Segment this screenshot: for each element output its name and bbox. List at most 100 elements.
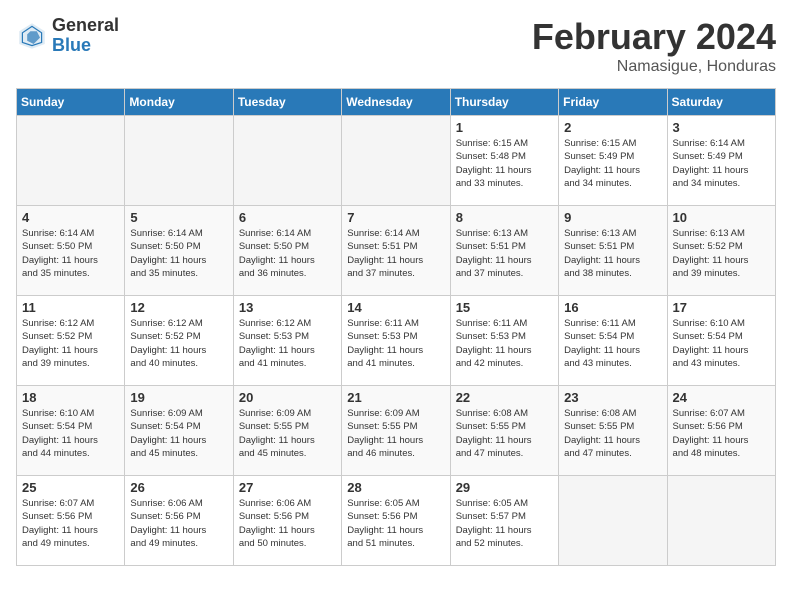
calendar-cell: 15Sunrise: 6:11 AM Sunset: 5:53 PM Dayli… bbox=[450, 296, 558, 386]
month-title: February 2024 bbox=[532, 16, 776, 58]
weekday-header-thursday: Thursday bbox=[450, 89, 558, 116]
calendar-cell: 6 Sunrise: 6:14 AM Sunset: 5:50 PM Daylig… bbox=[233, 206, 341, 296]
day-number: 24 bbox=[673, 390, 770, 405]
calendar-cell: 14Sunrise: 6:11 AM Sunset: 5:53 PM Dayli… bbox=[342, 296, 450, 386]
day-info: Sunrise: 6:13 AM Sunset: 5:52 PM Dayligh… bbox=[673, 227, 770, 280]
day-info: Sunrise: 6:14 AM Sunset: 5:50 PM Dayligh… bbox=[130, 227, 227, 280]
day-number: 28 bbox=[347, 480, 444, 495]
weekday-header-row: SundayMondayTuesdayWednesdayThursdayFrid… bbox=[17, 89, 776, 116]
week-row-1: 1 Sunrise: 6:15 AM Sunset: 5:48 PM Daylig… bbox=[17, 116, 776, 206]
day-info: Sunrise: 6:06 AM Sunset: 5:56 PM Dayligh… bbox=[130, 497, 227, 550]
location-title: Namasigue, Honduras bbox=[532, 58, 776, 76]
calendar-cell: 21 Sunrise: 6:09 AM Sunset: 5:55 PM Dayli… bbox=[342, 386, 450, 476]
day-number: 1 bbox=[456, 120, 553, 135]
calendar-cell: 29Sunrise: 6:05 AM Sunset: 5:57 PM Dayli… bbox=[450, 476, 558, 566]
day-number: 13 bbox=[239, 300, 336, 315]
calendar-cell: 16 Sunrise: 6:11 AM Sunset: 5:54 PM Dayli… bbox=[559, 296, 667, 386]
logo-text: General Blue bbox=[52, 16, 119, 56]
calendar-cell: 10 Sunrise: 6:13 AM Sunset: 5:52 PM Dayli… bbox=[667, 206, 775, 296]
logo-general-text: General bbox=[52, 16, 119, 36]
day-number: 29 bbox=[456, 480, 553, 495]
calendar-cell: 18 Sunrise: 6:10 AM Sunset: 5:54 PM Dayli… bbox=[17, 386, 125, 476]
day-number: 19 bbox=[130, 390, 227, 405]
day-number: 2 bbox=[564, 120, 661, 135]
day-number: 9 bbox=[564, 210, 661, 225]
week-row-5: 25Sunrise: 6:07 AM Sunset: 5:56 PM Dayli… bbox=[17, 476, 776, 566]
day-number: 16 bbox=[564, 300, 661, 315]
calendar-cell: 9 Sunrise: 6:13 AM Sunset: 5:51 PM Daylig… bbox=[559, 206, 667, 296]
calendar-cell: 11Sunrise: 6:12 AM Sunset: 5:52 PM Dayli… bbox=[17, 296, 125, 386]
day-number: 26 bbox=[130, 480, 227, 495]
calendar-cell: 23 Sunrise: 6:08 AM Sunset: 5:55 PM Dayli… bbox=[559, 386, 667, 476]
calendar-cell: 17 Sunrise: 6:10 AM Sunset: 5:54 PM Dayli… bbox=[667, 296, 775, 386]
day-number: 3 bbox=[673, 120, 770, 135]
day-info: Sunrise: 6:05 AM Sunset: 5:56 PM Dayligh… bbox=[347, 497, 444, 550]
day-info: Sunrise: 6:14 AM Sunset: 5:50 PM Dayligh… bbox=[22, 227, 119, 280]
day-number: 22 bbox=[456, 390, 553, 405]
calendar-cell: 19 Sunrise: 6:09 AM Sunset: 5:54 PM Dayli… bbox=[125, 386, 233, 476]
weekday-header-monday: Monday bbox=[125, 89, 233, 116]
calendar-cell: 26 Sunrise: 6:06 AM Sunset: 5:56 PM Dayli… bbox=[125, 476, 233, 566]
day-info: Sunrise: 6:13 AM Sunset: 5:51 PM Dayligh… bbox=[564, 227, 661, 280]
day-info: Sunrise: 6:11 AM Sunset: 5:53 PM Dayligh… bbox=[347, 317, 444, 370]
day-info: Sunrise: 6:08 AM Sunset: 5:55 PM Dayligh… bbox=[456, 407, 553, 460]
day-number: 17 bbox=[673, 300, 770, 315]
calendar-cell: 20Sunrise: 6:09 AM Sunset: 5:55 PM Dayli… bbox=[233, 386, 341, 476]
day-number: 10 bbox=[673, 210, 770, 225]
day-number: 23 bbox=[564, 390, 661, 405]
calendar-cell bbox=[125, 116, 233, 206]
calendar-cell: 24Sunrise: 6:07 AM Sunset: 5:56 PM Dayli… bbox=[667, 386, 775, 476]
logo-icon bbox=[16, 20, 48, 52]
calendar-cell: 12Sunrise: 6:12 AM Sunset: 5:52 PM Dayli… bbox=[125, 296, 233, 386]
logo-blue-text: Blue bbox=[52, 36, 119, 56]
week-row-2: 4Sunrise: 6:14 AM Sunset: 5:50 PM Daylig… bbox=[17, 206, 776, 296]
day-info: Sunrise: 6:14 AM Sunset: 5:50 PM Dayligh… bbox=[239, 227, 336, 280]
title-area: February 2024 Namasigue, Honduras bbox=[532, 16, 776, 76]
week-row-3: 11 Sunrise: 6:12 AM Sunset: 5:52 PM Dayli… bbox=[17, 296, 776, 386]
day-info: Sunrise: 6:09 AM Sunset: 5:55 PM Dayligh… bbox=[239, 407, 336, 460]
calendar-cell: 8 Sunrise: 6:13 AM Sunset: 5:51 PM Daylig… bbox=[450, 206, 558, 296]
calendar-cell bbox=[342, 116, 450, 206]
calendar-cell: 7 Sunrise: 6:14 AM Sunset: 5:51 PM Daylig… bbox=[342, 206, 450, 296]
calendar-body: 1 Sunrise: 6:15 AM Sunset: 5:48 PM Daylig… bbox=[17, 116, 776, 566]
weekday-header-wednesday: Wednesday bbox=[342, 89, 450, 116]
weekday-header-saturday: Saturday bbox=[667, 89, 775, 116]
day-number: 7 bbox=[347, 210, 444, 225]
day-number: 6 bbox=[239, 210, 336, 225]
weekday-header-friday: Friday bbox=[559, 89, 667, 116]
day-info: Sunrise: 6:14 AM Sunset: 5:49 PM Dayligh… bbox=[673, 137, 770, 190]
day-number: 25 bbox=[22, 480, 119, 495]
calendar-cell bbox=[559, 476, 667, 566]
day-info: Sunrise: 6:08 AM Sunset: 5:55 PM Dayligh… bbox=[564, 407, 661, 460]
calendar-cell bbox=[667, 476, 775, 566]
calendar-table: SundayMondayTuesdayWednesdayThursdayFrid… bbox=[16, 88, 776, 566]
calendar-cell: 22 Sunrise: 6:08 AM Sunset: 5:55 PM Dayli… bbox=[450, 386, 558, 476]
day-info: Sunrise: 6:06 AM Sunset: 5:56 PM Dayligh… bbox=[239, 497, 336, 550]
day-number: 11 bbox=[22, 300, 119, 315]
day-info: Sunrise: 6:10 AM Sunset: 5:54 PM Dayligh… bbox=[22, 407, 119, 460]
day-info: Sunrise: 6:09 AM Sunset: 5:54 PM Dayligh… bbox=[130, 407, 227, 460]
day-number: 18 bbox=[22, 390, 119, 405]
day-info: Sunrise: 6:11 AM Sunset: 5:54 PM Dayligh… bbox=[564, 317, 661, 370]
calendar-header: SundayMondayTuesdayWednesdayThursdayFrid… bbox=[17, 89, 776, 116]
day-number: 21 bbox=[347, 390, 444, 405]
day-info: Sunrise: 6:12 AM Sunset: 5:53 PM Dayligh… bbox=[239, 317, 336, 370]
weekday-header-tuesday: Tuesday bbox=[233, 89, 341, 116]
day-info: Sunrise: 6:13 AM Sunset: 5:51 PM Dayligh… bbox=[456, 227, 553, 280]
day-info: Sunrise: 6:09 AM Sunset: 5:55 PM Dayligh… bbox=[347, 407, 444, 460]
day-info: Sunrise: 6:15 AM Sunset: 5:49 PM Dayligh… bbox=[564, 137, 661, 190]
calendar-cell: 4Sunrise: 6:14 AM Sunset: 5:50 PM Daylig… bbox=[17, 206, 125, 296]
day-info: Sunrise: 6:15 AM Sunset: 5:48 PM Dayligh… bbox=[456, 137, 553, 190]
day-number: 8 bbox=[456, 210, 553, 225]
day-info: Sunrise: 6:10 AM Sunset: 5:54 PM Dayligh… bbox=[673, 317, 770, 370]
calendar-cell: 3 Sunrise: 6:14 AM Sunset: 5:49 PM Daylig… bbox=[667, 116, 775, 206]
day-number: 5 bbox=[130, 210, 227, 225]
calendar-cell: 5 Sunrise: 6:14 AM Sunset: 5:50 PM Daylig… bbox=[125, 206, 233, 296]
day-info: Sunrise: 6:12 AM Sunset: 5:52 PM Dayligh… bbox=[130, 317, 227, 370]
week-row-4: 18 Sunrise: 6:10 AM Sunset: 5:54 PM Dayli… bbox=[17, 386, 776, 476]
calendar-cell: 2 Sunrise: 6:15 AM Sunset: 5:49 PM Daylig… bbox=[559, 116, 667, 206]
day-info: Sunrise: 6:14 AM Sunset: 5:51 PM Dayligh… bbox=[347, 227, 444, 280]
calendar-cell: 27Sunrise: 6:06 AM Sunset: 5:56 PM Dayli… bbox=[233, 476, 341, 566]
calendar-cell: 13 Sunrise: 6:12 AM Sunset: 5:53 PM Dayli… bbox=[233, 296, 341, 386]
calendar-cell: 25Sunrise: 6:07 AM Sunset: 5:56 PM Dayli… bbox=[17, 476, 125, 566]
